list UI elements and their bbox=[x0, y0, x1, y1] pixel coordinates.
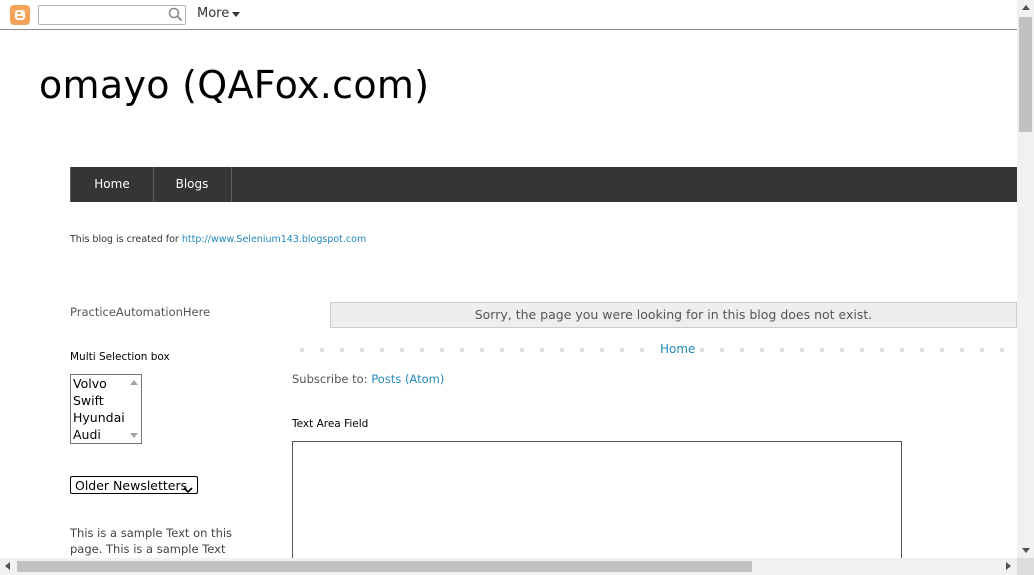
separator-dot bbox=[899, 347, 905, 353]
multiselect-scrollbar[interactable] bbox=[126, 375, 141, 443]
separator-dot bbox=[499, 347, 505, 353]
more-menu-label: More bbox=[197, 6, 230, 21]
separator-dot bbox=[999, 347, 1005, 353]
tab-blogs[interactable]: Blogs bbox=[153, 167, 232, 202]
scroll-left-icon[interactable] bbox=[5, 562, 10, 570]
status-message: Sorry, the page you were looking for in … bbox=[330, 302, 1017, 328]
blog-description: This blog is created for http://www.Sele… bbox=[70, 234, 366, 245]
separator-dot bbox=[739, 347, 745, 353]
separator-dot bbox=[459, 347, 465, 353]
separator-dot bbox=[519, 347, 525, 353]
scrollbar-corner bbox=[1017, 558, 1034, 575]
separator-dot bbox=[559, 347, 565, 353]
older-newsletters-dropdown[interactable]: Older Newsletters bbox=[70, 476, 198, 494]
separator-dot bbox=[919, 347, 925, 353]
blogger-navbar: More bbox=[0, 0, 1017, 30]
separator-dot bbox=[299, 347, 305, 353]
separator-dot bbox=[639, 347, 645, 353]
chevron-down-icon bbox=[183, 481, 193, 499]
separator-dot bbox=[319, 347, 325, 353]
separator-dot bbox=[799, 347, 805, 353]
separator-dot bbox=[339, 347, 345, 353]
separator-dot bbox=[819, 347, 825, 353]
newsletter-selected-value: Older Newsletters bbox=[75, 478, 188, 493]
selenium143-link[interactable]: http://www.Selenium143.blogspot.com bbox=[182, 234, 366, 245]
dotted-separator bbox=[299, 347, 1005, 353]
text-area-field[interactable] bbox=[292, 441, 902, 571]
description-text: This blog is created for bbox=[70, 234, 182, 245]
separator-dot bbox=[359, 347, 365, 353]
separator-dot bbox=[759, 347, 765, 353]
separator-dot bbox=[959, 347, 965, 353]
textarea-heading: Text Area Field bbox=[292, 418, 369, 430]
tab-home[interactable]: Home bbox=[70, 167, 154, 202]
separator-dot bbox=[379, 347, 385, 353]
separator-dot bbox=[719, 347, 725, 353]
separator-dot bbox=[879, 347, 885, 353]
blogger-logo-icon[interactable] bbox=[10, 5, 30, 25]
separator-dot bbox=[839, 347, 845, 353]
separator-dot bbox=[439, 347, 445, 353]
separator-dot bbox=[599, 347, 605, 353]
search-icon[interactable] bbox=[168, 7, 183, 26]
scroll-up-icon[interactable] bbox=[130, 380, 138, 385]
posts-atom-link[interactable]: Posts (Atom) bbox=[371, 372, 444, 386]
caret-down-icon bbox=[232, 11, 241, 17]
separator-dot bbox=[399, 347, 405, 353]
scroll-up-icon[interactable] bbox=[1022, 5, 1030, 10]
multiselect-heading: Multi Selection box bbox=[70, 351, 170, 363]
page-tabs: Home Blogs bbox=[70, 167, 1017, 202]
horizontal-scroll-thumb[interactable] bbox=[17, 561, 752, 572]
multi-selection-box[interactable]: Volvo Swift Hyundai Audi bbox=[70, 374, 142, 444]
separator-dot bbox=[939, 347, 945, 353]
separator-dot bbox=[619, 347, 625, 353]
navbar-search-input[interactable] bbox=[38, 5, 186, 25]
separator-dot bbox=[539, 347, 545, 353]
scroll-down-icon[interactable] bbox=[130, 433, 138, 438]
subscribe-label: Subscribe to: bbox=[292, 372, 372, 386]
separator-dot bbox=[779, 347, 785, 353]
home-link[interactable]: Home bbox=[656, 342, 700, 356]
vertical-scroll-thumb[interactable] bbox=[1019, 17, 1032, 132]
more-menu-button[interactable]: More bbox=[197, 6, 241, 21]
vertical-scrollbar[interactable] bbox=[1017, 0, 1034, 558]
blog-title[interactable]: omayo (QAFox.com) bbox=[39, 63, 429, 107]
subscribe-line: Subscribe to: Posts (Atom) bbox=[292, 372, 444, 386]
sidebar-label: PracticeAutomationHere bbox=[70, 305, 211, 319]
separator-dot bbox=[479, 347, 485, 353]
separator-dot bbox=[579, 347, 585, 353]
horizontal-scrollbar[interactable] bbox=[0, 558, 1017, 575]
separator-dot bbox=[419, 347, 425, 353]
separator-dot bbox=[979, 347, 985, 353]
scroll-right-icon[interactable] bbox=[1006, 562, 1011, 570]
scroll-down-icon[interactable] bbox=[1022, 548, 1030, 553]
separator-dot bbox=[699, 347, 705, 353]
separator-dot bbox=[859, 347, 865, 353]
